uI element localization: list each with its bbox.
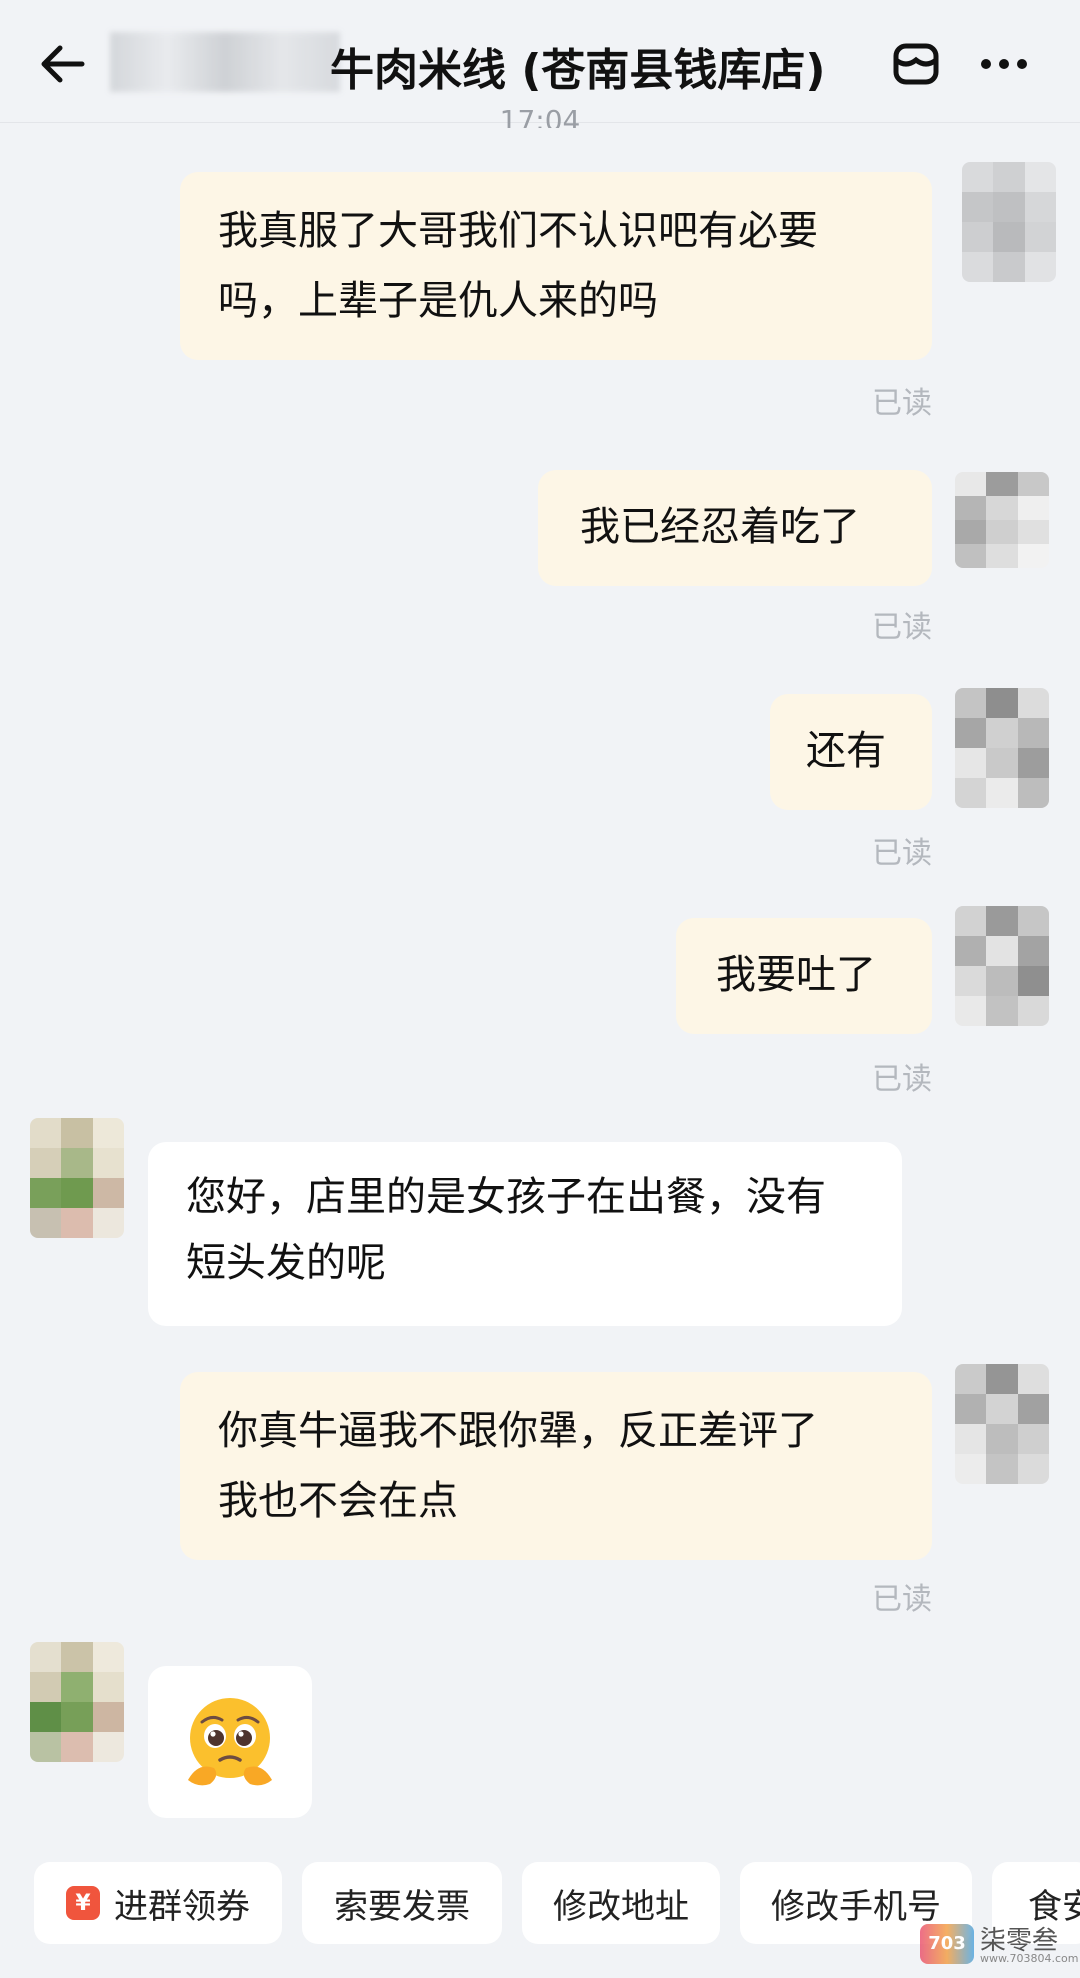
read-status: 已读 bbox=[872, 610, 932, 645]
avatar-store[interactable] bbox=[30, 1118, 124, 1238]
more-dots-icon[interactable] bbox=[976, 36, 1032, 92]
back-arrow-icon[interactable] bbox=[34, 36, 90, 92]
chip-label: 修改手机号 bbox=[771, 1886, 941, 1927]
read-status: 已读 bbox=[872, 386, 932, 421]
read-status: 已读 bbox=[872, 836, 932, 871]
message-bubble-outgoing[interactable]: 我已经忍着吃了 bbox=[538, 470, 932, 586]
chip-label: 进群领券 bbox=[114, 1886, 250, 1927]
pleading-face-emoji bbox=[188, 1698, 272, 1786]
message-text: 我已经忍着吃了 bbox=[580, 504, 860, 550]
chat-title: 牛肉米线 (苍南县钱库店) bbox=[330, 45, 826, 96]
message-bubble-outgoing[interactable]: 还有 bbox=[770, 694, 932, 810]
watermark-logo: 703 bbox=[920, 1924, 974, 1964]
message-text: 我真服了大哥我们不认识吧有必要 bbox=[218, 208, 818, 254]
message-text: 还有 bbox=[806, 728, 886, 774]
avatar-self[interactable] bbox=[955, 906, 1049, 1026]
message-bubble-outgoing[interactable]: 我要吐了 bbox=[676, 918, 932, 1034]
read-status: 已读 bbox=[872, 1062, 932, 1097]
message-text: 短头发的呢 bbox=[186, 1240, 386, 1286]
avatar-self[interactable] bbox=[955, 472, 1049, 568]
watermark-url: www.703804.com bbox=[980, 1952, 1079, 1965]
watermark: 703 柒零叁 www.703804.com bbox=[920, 1918, 1078, 1970]
message-text: 我也不会在点 bbox=[218, 1478, 458, 1524]
chat-header: 牛肉米线 (苍南县钱库店) 17:04 bbox=[0, 0, 1080, 128]
avatar-self[interactable] bbox=[962, 162, 1056, 282]
coupon-icon: ¥ bbox=[66, 1886, 100, 1920]
chip-label: 修改地址 bbox=[553, 1886, 689, 1927]
message-bubble-incoming[interactable] bbox=[148, 1666, 312, 1818]
chip-label: 索要发票 bbox=[334, 1886, 470, 1927]
message-text: 我要吐了 bbox=[716, 952, 876, 998]
avatar-store[interactable] bbox=[30, 1642, 124, 1762]
timestamp: 17:04 bbox=[499, 104, 581, 128]
store-icon[interactable] bbox=[888, 36, 944, 92]
avatar-self[interactable] bbox=[955, 688, 1049, 808]
chip-join-group-coupon[interactable]: ¥ 进群领券 bbox=[34, 1862, 282, 1944]
quick-actions-bar: ¥ 进群领券 索要发票 修改地址 修改手机号 食安 bbox=[0, 1862, 1080, 1962]
message-text: 您好，店里的是女孩子在出餐，没有 bbox=[186, 1174, 826, 1220]
avatar-self[interactable] bbox=[955, 1364, 1049, 1484]
message-text: 吗，上辈子是仇人来的吗 bbox=[218, 278, 658, 324]
chip-modify-address[interactable]: 修改地址 bbox=[522, 1862, 720, 1944]
message-bubble-incoming[interactable]: 您好，店里的是女孩子在出餐，没有 短头发的呢 bbox=[148, 1142, 902, 1326]
read-status: 已读 bbox=[872, 1582, 932, 1617]
blurred-store-name bbox=[110, 32, 340, 92]
message-text: 你真牛逼我不跟你犟，反正差评了 bbox=[218, 1408, 818, 1454]
message-bubble-outgoing[interactable]: 我真服了大哥我们不认识吧有必要 吗，上辈子是仇人来的吗 bbox=[180, 172, 932, 360]
chip-request-invoice[interactable]: 索要发票 bbox=[302, 1862, 502, 1944]
message-bubble-outgoing[interactable]: 你真牛逼我不跟你犟，反正差评了 我也不会在点 bbox=[180, 1372, 932, 1560]
